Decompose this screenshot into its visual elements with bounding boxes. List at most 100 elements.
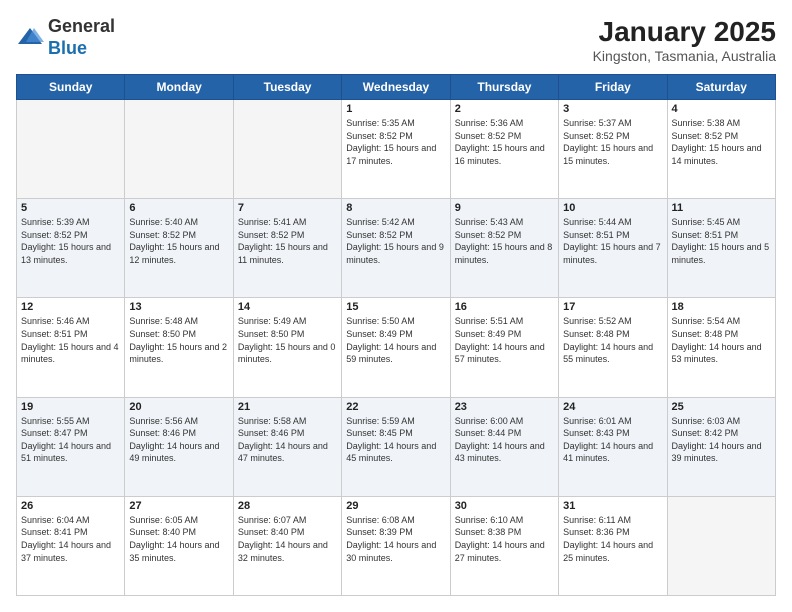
cell-info: Sunrise: 6:10 AM Sunset: 8:38 PM Dayligh… <box>455 514 554 564</box>
calendar-cell <box>667 496 775 595</box>
cell-day-number: 19 <box>21 401 120 413</box>
calendar-cell <box>233 100 341 199</box>
calendar-cell: 31 Sunrise: 6:11 AM Sunset: 8:36 PM Dayli… <box>559 496 667 595</box>
logo-icon <box>16 24 44 52</box>
calendar-cell: 10 Sunrise: 5:44 AM Sunset: 8:51 PM Dayli… <box>559 199 667 298</box>
cell-info: Sunrise: 5:51 AM Sunset: 8:49 PM Dayligh… <box>455 315 554 365</box>
cell-info: Sunrise: 5:54 AM Sunset: 8:48 PM Dayligh… <box>672 315 771 365</box>
cell-info: Sunrise: 5:36 AM Sunset: 8:52 PM Dayligh… <box>455 117 554 167</box>
page: General Blue January 2025 Kingston, Tasm… <box>0 0 792 612</box>
day-headers: Sunday Monday Tuesday Wednesday Thursday… <box>17 75 776 100</box>
header-wednesday: Wednesday <box>342 75 450 100</box>
calendar-cell: 29 Sunrise: 6:08 AM Sunset: 8:39 PM Dayli… <box>342 496 450 595</box>
calendar-cell: 5 Sunrise: 5:39 AM Sunset: 8:52 PM Daylig… <box>17 199 125 298</box>
cell-day-number: 25 <box>672 401 771 413</box>
cell-info: Sunrise: 6:11 AM Sunset: 8:36 PM Dayligh… <box>563 514 662 564</box>
cell-info: Sunrise: 5:44 AM Sunset: 8:51 PM Dayligh… <box>563 216 662 266</box>
calendar-cell: 21Sunrise: 5:58 AM Sunset: 8:46 PM Dayli… <box>233 397 341 496</box>
calendar-cell: 9Sunrise: 5:43 AM Sunset: 8:52 PM Daylig… <box>450 199 558 298</box>
header-monday: Monday <box>125 75 233 100</box>
calendar-cell: 12 Sunrise: 5:46 AM Sunset: 8:51 PM Dayli… <box>17 298 125 397</box>
cell-info: Sunrise: 5:37 AM Sunset: 8:52 PM Dayligh… <box>563 117 662 167</box>
cell-day-number: 22 <box>346 401 445 413</box>
calendar-cell: 25 Sunrise: 6:03 AM Sunset: 8:42 PM Dayli… <box>667 397 775 496</box>
cell-day-number: 8 <box>346 202 445 214</box>
cell-info: Sunrise: 6:03 AM Sunset: 8:42 PM Dayligh… <box>672 415 771 465</box>
cell-day-number: 21 <box>238 401 337 413</box>
calendar-cell: 17 Sunrise: 5:52 AM Sunset: 8:48 PM Dayli… <box>559 298 667 397</box>
cell-info: Sunrise: 5:52 AM Sunset: 8:48 PM Dayligh… <box>563 315 662 365</box>
cell-day-number: 24 <box>563 401 662 413</box>
header-friday: Friday <box>559 75 667 100</box>
calendar-cell: 30 Sunrise: 6:10 AM Sunset: 8:38 PM Dayli… <box>450 496 558 595</box>
cell-day-number: 9 <box>455 202 554 214</box>
cell-info: Sunrise: 6:04 AM Sunset: 8:41 PM Dayligh… <box>21 514 120 564</box>
cell-info: Sunrise: 5:59 AM Sunset: 8:45 PM Dayligh… <box>346 415 445 465</box>
calendar-cell: 6Sunrise: 5:40 AM Sunset: 8:52 PM Daylig… <box>125 199 233 298</box>
calendar-cell: 18 Sunrise: 5:54 AM Sunset: 8:48 PM Dayli… <box>667 298 775 397</box>
cell-day-number: 5 <box>21 202 120 214</box>
calendar-cell: 2 Sunrise: 5:36 AM Sunset: 8:52 PM Daylig… <box>450 100 558 199</box>
cell-info: Sunrise: 5:39 AM Sunset: 8:52 PM Dayligh… <box>21 216 120 266</box>
calendar-cell: 22 Sunrise: 5:59 AM Sunset: 8:45 PM Dayli… <box>342 397 450 496</box>
cell-day-number: 1 <box>346 103 445 115</box>
calendar-week-4: 19 Sunrise: 5:55 AM Sunset: 8:47 PM Dayli… <box>17 397 776 496</box>
logo-blue: Blue <box>48 38 87 58</box>
calendar-cell: 4 Sunrise: 5:38 AM Sunset: 8:52 PM Daylig… <box>667 100 775 199</box>
cell-info: Sunrise: 5:42 AM Sunset: 8:52 PM Dayligh… <box>346 216 445 266</box>
title-block: January 2025 Kingston, Tasmania, Austral… <box>593 16 776 64</box>
cell-day-number: 20 <box>129 401 228 413</box>
cell-info: Sunrise: 5:55 AM Sunset: 8:47 PM Dayligh… <box>21 415 120 465</box>
cell-day-number: 28 <box>238 500 337 512</box>
header-tuesday: Tuesday <box>233 75 341 100</box>
cell-day-number: 10 <box>563 202 662 214</box>
cell-info: Sunrise: 6:01 AM Sunset: 8:43 PM Dayligh… <box>563 415 662 465</box>
calendar-cell: 8 Sunrise: 5:42 AM Sunset: 8:52 PM Daylig… <box>342 199 450 298</box>
calendar-cell: 24 Sunrise: 6:01 AM Sunset: 8:43 PM Dayli… <box>559 397 667 496</box>
cell-day-number: 16 <box>455 301 554 313</box>
cell-info: Sunrise: 6:07 AM Sunset: 8:40 PM Dayligh… <box>238 514 337 564</box>
cell-info: Sunrise: 5:41 AM Sunset: 8:52 PM Dayligh… <box>238 216 337 266</box>
header-thursday: Thursday <box>450 75 558 100</box>
cell-info: Sunrise: 5:35 AM Sunset: 8:52 PM Dayligh… <box>346 117 445 167</box>
calendar-subtitle: Kingston, Tasmania, Australia <box>593 48 776 64</box>
cell-day-number: 12 <box>21 301 120 313</box>
cell-day-number: 29 <box>346 500 445 512</box>
calendar-cell: 7Sunrise: 5:41 AM Sunset: 8:52 PM Daylig… <box>233 199 341 298</box>
calendar-cell: 23Sunrise: 6:00 AM Sunset: 8:44 PM Dayli… <box>450 397 558 496</box>
calendar-week-1: 1 Sunrise: 5:35 AM Sunset: 8:52 PM Daylig… <box>17 100 776 199</box>
header: General Blue January 2025 Kingston, Tasm… <box>16 16 776 64</box>
cell-day-number: 27 <box>129 500 228 512</box>
calendar-week-5: 26Sunrise: 6:04 AM Sunset: 8:41 PM Dayli… <box>17 496 776 595</box>
cell-info: Sunrise: 6:05 AM Sunset: 8:40 PM Dayligh… <box>129 514 228 564</box>
cell-day-number: 17 <box>563 301 662 313</box>
cell-day-number: 11 <box>672 202 771 214</box>
cell-day-number: 2 <box>455 103 554 115</box>
logo-general: General <box>48 16 115 36</box>
calendar-title: January 2025 <box>593 16 776 48</box>
cell-day-number: 14 <box>238 301 337 313</box>
cell-day-number: 31 <box>563 500 662 512</box>
calendar-cell: 26Sunrise: 6:04 AM Sunset: 8:41 PM Dayli… <box>17 496 125 595</box>
cell-info: Sunrise: 5:46 AM Sunset: 8:51 PM Dayligh… <box>21 315 120 365</box>
cell-day-number: 4 <box>672 103 771 115</box>
calendar-cell: 27 Sunrise: 6:05 AM Sunset: 8:40 PM Dayli… <box>125 496 233 595</box>
calendar-cell: 1 Sunrise: 5:35 AM Sunset: 8:52 PM Daylig… <box>342 100 450 199</box>
calendar-cell: 19 Sunrise: 5:55 AM Sunset: 8:47 PM Dayli… <box>17 397 125 496</box>
cell-info: Sunrise: 5:38 AM Sunset: 8:52 PM Dayligh… <box>672 117 771 167</box>
calendar-cell: 14Sunrise: 5:49 AM Sunset: 8:50 PM Dayli… <box>233 298 341 397</box>
cell-day-number: 30 <box>455 500 554 512</box>
cell-day-number: 18 <box>672 301 771 313</box>
cell-day-number: 3 <box>563 103 662 115</box>
cell-info: Sunrise: 5:56 AM Sunset: 8:46 PM Dayligh… <box>129 415 228 465</box>
cell-info: Sunrise: 6:08 AM Sunset: 8:39 PM Dayligh… <box>346 514 445 564</box>
cell-day-number: 13 <box>129 301 228 313</box>
calendar-cell <box>125 100 233 199</box>
logo: General Blue <box>16 16 115 59</box>
calendar-cell: 3 Sunrise: 5:37 AM Sunset: 8:52 PM Daylig… <box>559 100 667 199</box>
cell-info: Sunrise: 5:50 AM Sunset: 8:49 PM Dayligh… <box>346 315 445 365</box>
cell-info: Sunrise: 5:48 AM Sunset: 8:50 PM Dayligh… <box>129 315 228 365</box>
calendar-table: Sunday Monday Tuesday Wednesday Thursday… <box>16 74 776 596</box>
header-sunday: Sunday <box>17 75 125 100</box>
cell-info: Sunrise: 5:40 AM Sunset: 8:52 PM Dayligh… <box>129 216 228 266</box>
